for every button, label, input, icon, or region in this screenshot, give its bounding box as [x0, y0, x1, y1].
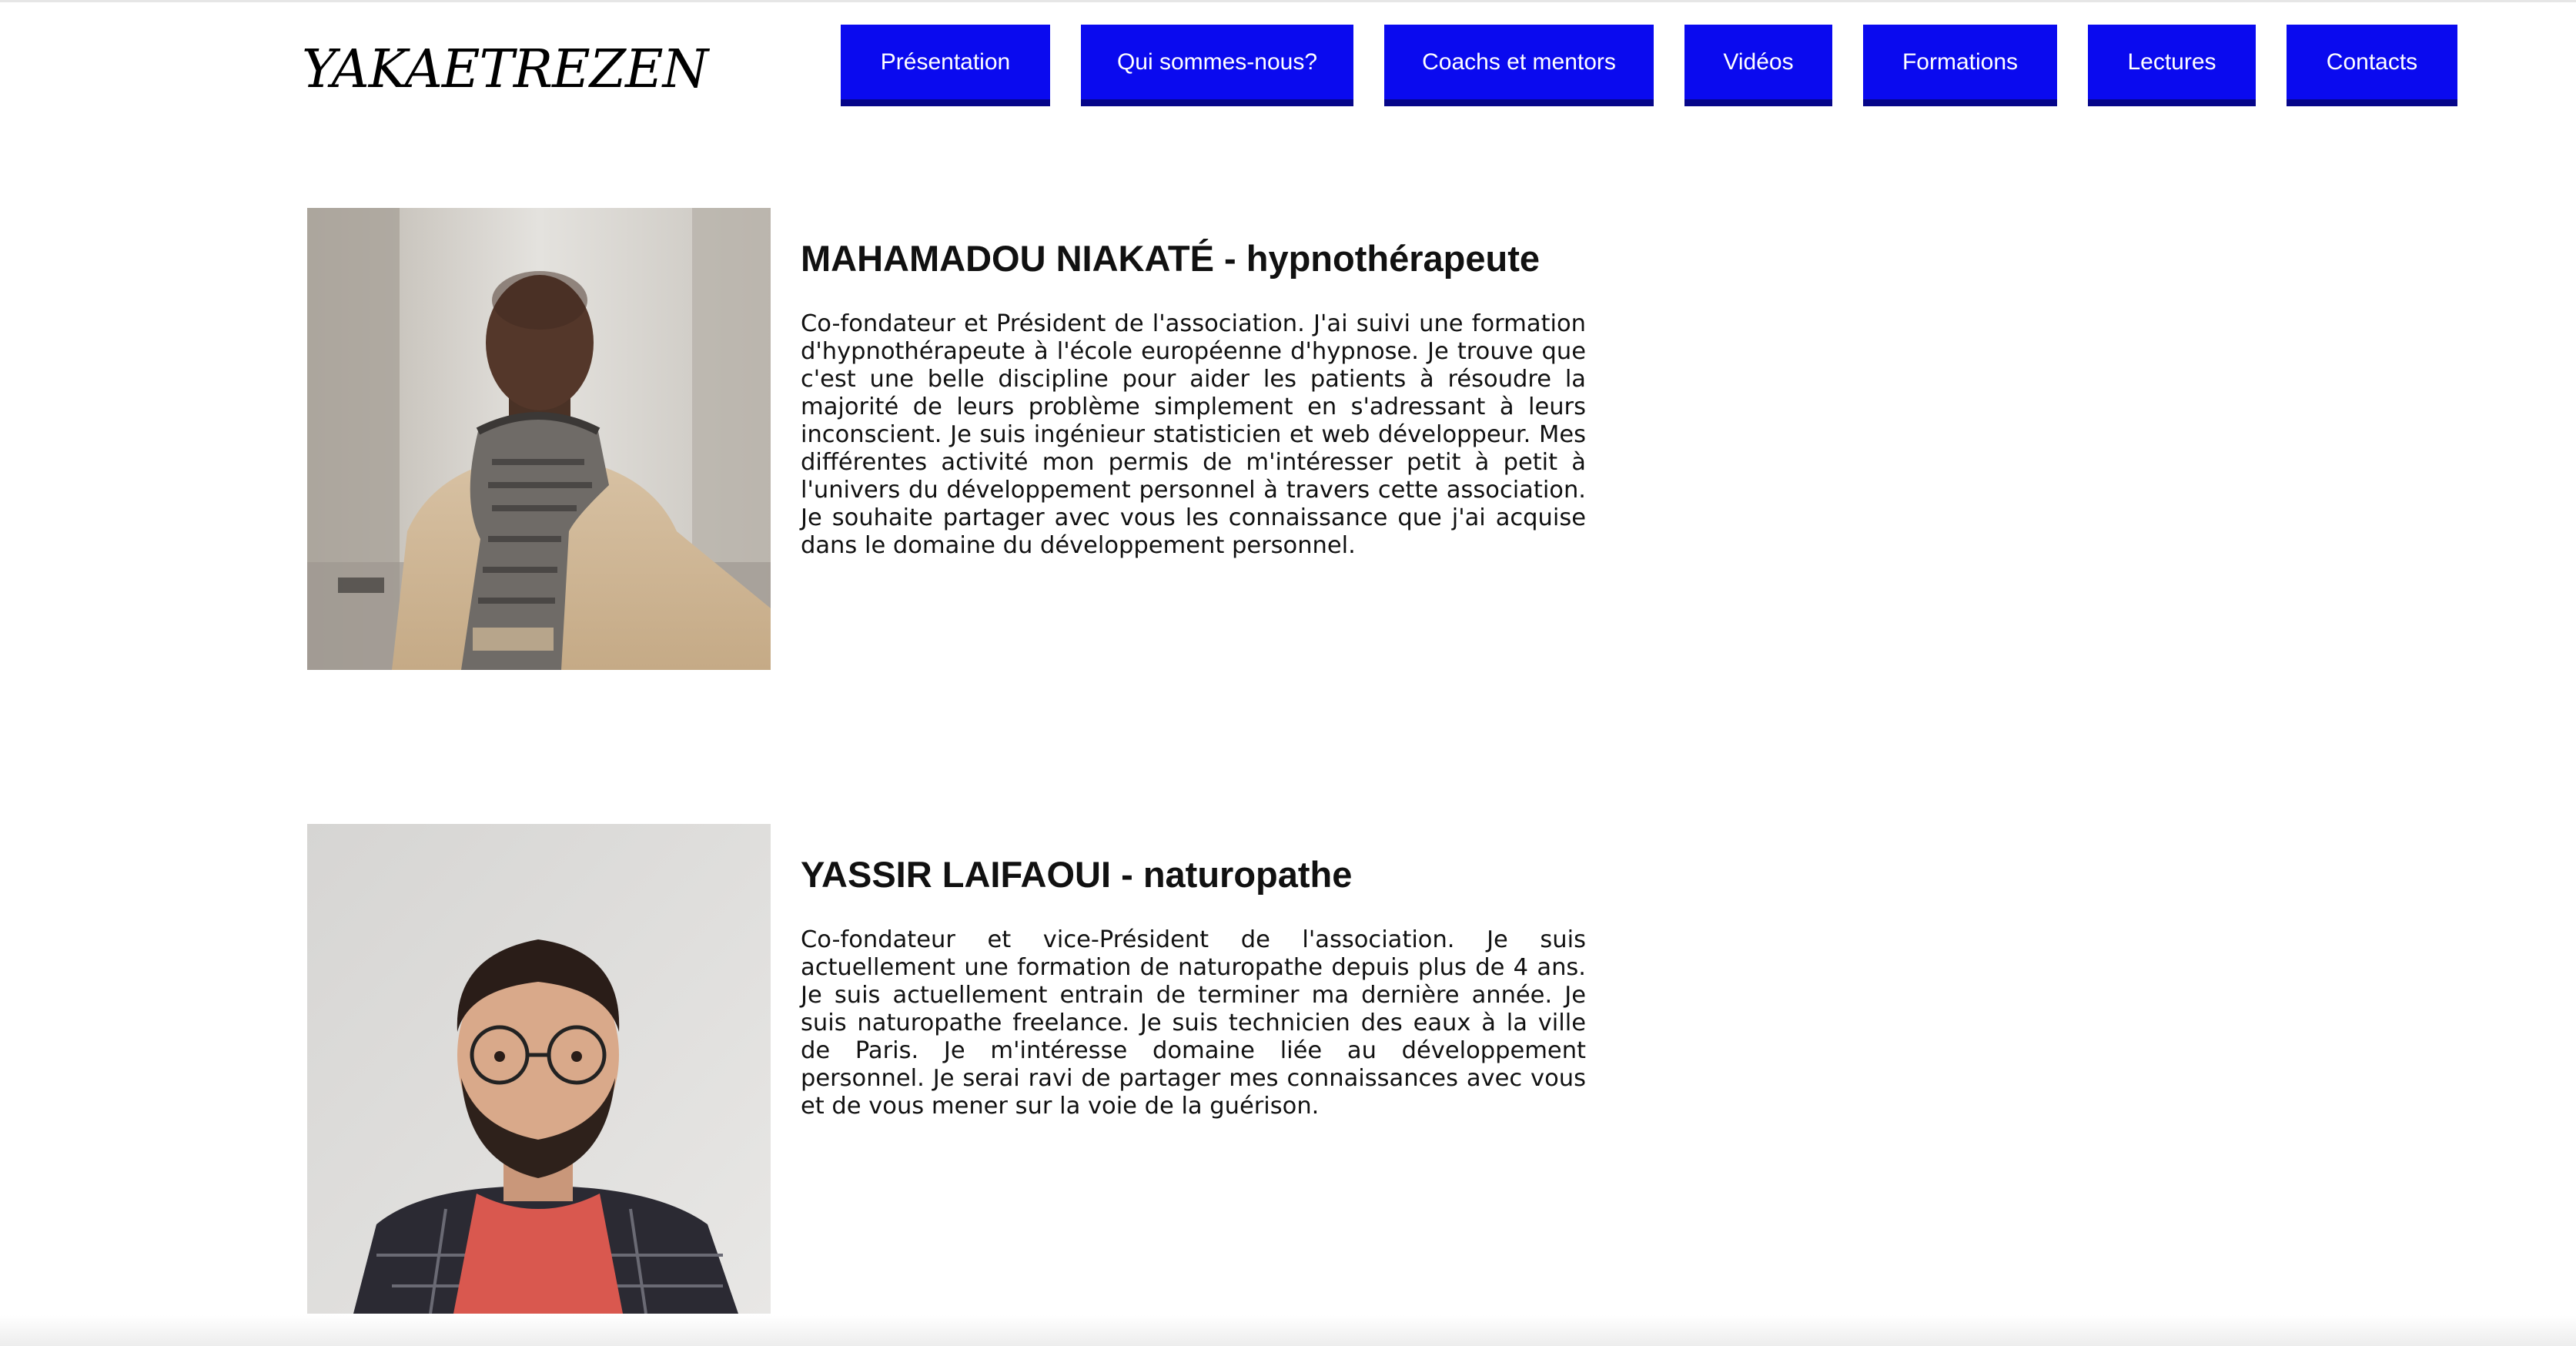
profile-card: MAHAMADOU NIAKATÉ - hypnothérapeute Co-f… [307, 208, 1586, 670]
nav-item-videos[interactable]: Vidéos [1684, 25, 1832, 106]
person-photo-glasses [307, 824, 771, 1314]
bottom-shadow [0, 1315, 2576, 1346]
page: YAKAETREZEN Présentation Qui sommes-nous… [0, 0, 2576, 1346]
nav-item-contacts[interactable]: Contacts [2287, 25, 2457, 106]
profile-description: Co-fondateur et vice-Président de l'asso… [801, 926, 1586, 1120]
person-photo-scarf [307, 208, 771, 670]
nav-item-formations[interactable]: Formations [1863, 25, 2057, 106]
profile-title: MAHAMADOU NIAKATÉ - hypnothérapeute [801, 238, 1540, 279]
nav-item-qui-sommes-nous[interactable]: Qui sommes-nous? [1081, 25, 1353, 106]
profile-title: YASSIR LAIFAOUI - naturopathe [801, 854, 1353, 895]
profile-description: Co-fondateur et Président de l'associati… [801, 310, 1586, 559]
main-nav: Présentation Qui sommes-nous? Coachs et … [0, 0, 2576, 108]
profile-card: YASSIR LAIFAOUI - naturopathe Co-fondate… [307, 824, 1586, 1314]
nav-item-coachs-et-mentors[interactable]: Coachs et mentors [1384, 25, 1654, 106]
nav-item-presentation[interactable]: Présentation [841, 25, 1050, 106]
nav-item-lectures[interactable]: Lectures [2088, 25, 2256, 106]
